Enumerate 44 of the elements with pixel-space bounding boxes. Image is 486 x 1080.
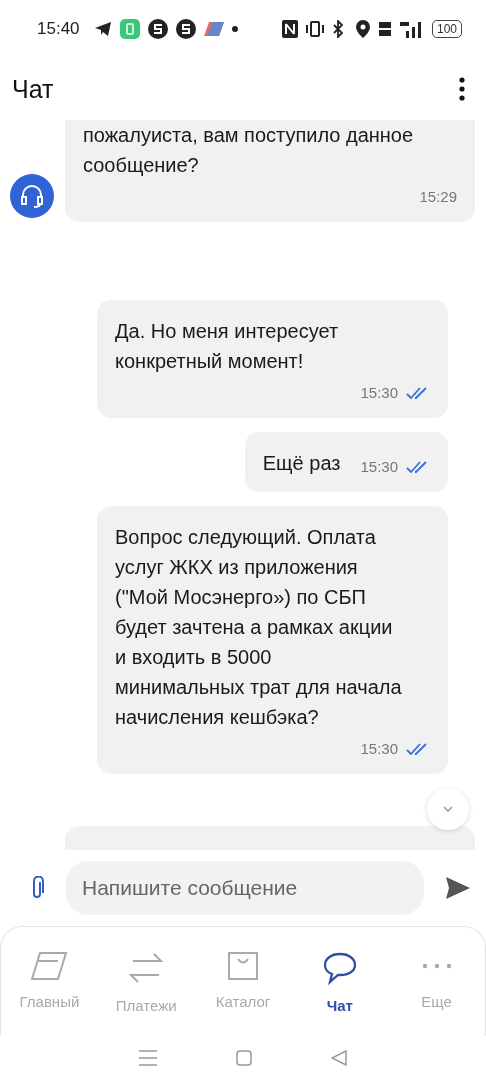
double-check-icon xyxy=(406,386,430,400)
dot-icon xyxy=(231,26,238,32)
chat-bubble-icon xyxy=(321,951,358,985)
more-icon xyxy=(421,963,452,969)
nfc-icon xyxy=(281,20,298,38)
headset-icon xyxy=(20,183,44,209)
send-icon[interactable] xyxy=(446,877,470,899)
app-notification-icon xyxy=(147,19,168,39)
message-text: Ещё раз xyxy=(262,451,341,476)
kebab-menu-icon[interactable] xyxy=(458,77,466,101)
location-pin-icon xyxy=(355,20,370,38)
chevron-down-icon xyxy=(443,806,453,812)
message-text: Вопрос следующий. Оплата услуг ЖКХ из приложения ("Мой Мосэнерго») по СБП будет зачтена а рамках акции и входить в 5000 минимальных трат для начала начисления кешбэка? xyxy=(115,525,403,730)
double-check-icon xyxy=(406,460,430,474)
nav-tab[interactable]: Чат xyxy=(291,951,389,1036)
double-check-icon xyxy=(406,742,430,756)
app-notification-icon xyxy=(119,19,140,39)
screen-title: Чат xyxy=(12,74,55,104)
transfer-arrows-icon xyxy=(127,951,166,985)
message-time: 15:29 xyxy=(419,187,457,207)
battery-indicator: 100 xyxy=(431,20,462,38)
message-time: 15:30 xyxy=(360,383,398,403)
vibrate-icon xyxy=(305,21,324,37)
volte-icon xyxy=(377,20,392,38)
telegram-icon xyxy=(93,21,112,37)
message-text: пожалуиста, вам поступило данное сообщение? xyxy=(83,123,415,178)
nav-tab[interactable]: Платежи xyxy=(97,951,195,1036)
app-notification-icon xyxy=(203,22,224,36)
nav-tab[interactable]: Каталог xyxy=(194,951,292,1036)
bag-icon xyxy=(227,951,259,981)
back-icon[interactable] xyxy=(330,1050,347,1066)
home-tile-icon xyxy=(30,951,69,981)
message-text: Да. Но меня интересует конкретный момент! xyxy=(115,319,340,374)
app-notification-icon xyxy=(175,19,196,39)
menu-icon[interactable] xyxy=(139,1050,158,1066)
message-time: 15:30 xyxy=(360,457,398,477)
paperclip-icon[interactable] xyxy=(30,876,44,900)
status-time: 15:40 xyxy=(37,19,80,39)
message-time: 15:30 xyxy=(360,739,398,759)
message-input-field[interactable]: Напишите сообщение xyxy=(66,861,424,915)
signal-icon xyxy=(399,20,424,38)
nav-tab[interactable]: Еще xyxy=(388,951,485,1036)
nav-tab[interactable]: Главный xyxy=(1,951,98,1036)
home-button-icon[interactable] xyxy=(236,1050,252,1066)
